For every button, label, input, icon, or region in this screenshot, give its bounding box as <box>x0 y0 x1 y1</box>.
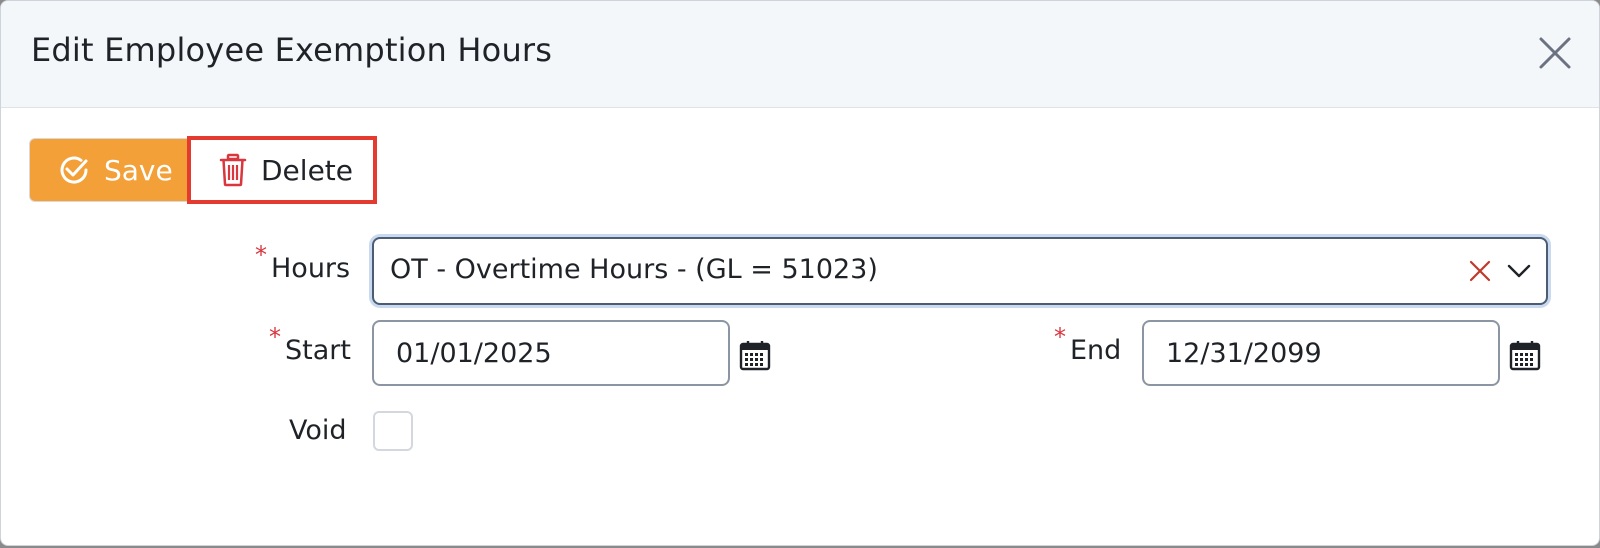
chevron-down-icon[interactable] <box>1506 261 1532 281</box>
void-label: Void <box>289 415 347 446</box>
close-icon[interactable] <box>1537 35 1573 71</box>
hours-required-mark: * <box>255 241 267 269</box>
start-calendar-icon[interactable] <box>739 339 771 371</box>
end-label: End <box>1070 335 1122 366</box>
start-required-mark: * <box>269 323 281 351</box>
void-checkbox[interactable] <box>373 411 413 451</box>
delete-button[interactable]: Delete <box>187 136 377 204</box>
trash-icon <box>219 153 247 187</box>
hours-label: Hours <box>271 253 351 284</box>
end-required-mark: * <box>1054 323 1066 351</box>
hours-select-value: OT - Overtime Hours - (GL = 51023) <box>390 254 878 285</box>
save-button[interactable]: Save <box>29 138 189 202</box>
save-label: Save <box>104 153 173 187</box>
end-date-input[interactable]: 12/31/2099 <box>1142 320 1500 386</box>
check-circle-icon <box>56 152 92 188</box>
hours-select[interactable]: OT - Overtime Hours - (GL = 51023) <box>372 237 1548 305</box>
delete-label: Delete <box>261 153 353 187</box>
dialog-header: Edit Employee Exemption Hours <box>1 1 1599 108</box>
start-date-input[interactable]: 01/01/2025 <box>372 320 730 386</box>
end-calendar-icon[interactable] <box>1509 339 1541 371</box>
start-label: Start <box>285 335 351 366</box>
dialog-title: Edit Employee Exemption Hours <box>31 31 553 69</box>
clear-icon[interactable] <box>1468 259 1492 283</box>
edit-exemption-dialog: Edit Employee Exemption Hours Save Delet… <box>0 0 1600 546</box>
